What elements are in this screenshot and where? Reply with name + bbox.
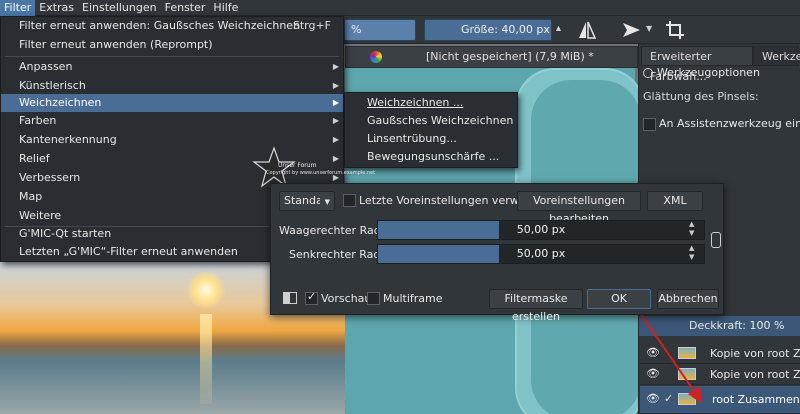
stepper-icon[interactable]: ▲ ▼ — [689, 244, 694, 262]
stepper-icon[interactable]: ▲ ▼ — [689, 220, 694, 238]
menu-item-label: Relief — [19, 152, 50, 165]
chevron-down-icon: ▼ — [324, 198, 330, 206]
sun — [186, 270, 226, 310]
filter-mask-button[interactable]: Filtermaske erstellen — [489, 289, 583, 323]
menu-item-reapply-reprompt[interactable]: Filter erneut anwenden (Reprompt) — [1, 36, 343, 54]
chevron-right-icon: ▶ — [332, 116, 339, 125]
tool-options-title: Werkzeugoptionen — [657, 66, 760, 79]
layer-name: Kopie von root Zus... — [710, 368, 800, 381]
preset-value: Standard — [284, 194, 320, 207]
opacity-field[interactable]: % — [344, 19, 416, 41]
brush-size-field[interactable]: Größe: 40,00 px — [424, 19, 552, 41]
menu-item-label: Map — [19, 190, 43, 203]
crop-icon[interactable] — [664, 19, 686, 41]
menu-item-adjust[interactable]: Anpassen ▶ — [1, 58, 343, 76]
snap-label: An Assistenzwerkzeug einrasten — [659, 117, 800, 130]
preview-checkbox[interactable]: ✓ — [305, 290, 318, 305]
preset-dropdown[interactable]: Standard ▼ — [279, 191, 335, 211]
layer-name: Kopie von root Zus... — [710, 347, 800, 360]
h-radius-value: 50,00 px — [516, 223, 566, 236]
menu-item-label: Weichzeichnen — [19, 96, 102, 109]
watermark-line-1: Unser Forum — [278, 162, 317, 169]
send-icon[interactable] — [620, 19, 642, 41]
menu-item-label: Farben — [19, 114, 57, 127]
menu-item-label: Filter erneut anwenden (Reprompt) — [19, 38, 213, 51]
edit-presets-button[interactable]: Voreinstellungen bearbeiten — [517, 191, 641, 225]
menu-filter[interactable]: Filter — [0, 0, 36, 16]
v-radius-slider[interactable]: 50,00 px — [377, 244, 705, 264]
menu-item-label: G'MIC-Qt starten — [19, 227, 112, 240]
chevron-down-icon[interactable]: ▼ — [646, 24, 652, 33]
tab-tool-options[interactable]: Werkzeu — [753, 46, 800, 66]
submenu-item-blur[interactable]: Weichzeichnen ... — [345, 94, 517, 112]
tab-advanced-color[interactable]: Erweiterter Farbwäh... — [641, 46, 753, 83]
chevron-right-icon: ▶ — [332, 98, 339, 107]
chevron-right-icon: ▶ — [332, 81, 339, 90]
submenu-item-gaussian-blur[interactable]: Gaußsches Weichzeichnen ... — [345, 112, 517, 145]
menu-help[interactable]: Hilfe — [209, 0, 242, 16]
menu-item-label: Bewegungsunschärfe ... — [367, 150, 500, 163]
xml-button[interactable]: XML — [647, 191, 703, 211]
smoothing-label: Glättung des Pinsels: — [643, 90, 759, 103]
menu-window[interactable]: Fenster — [161, 0, 210, 16]
menu-item-label: Letzten „G'MIC“-Filter erneut anwenden — [19, 245, 238, 258]
mirror-icon[interactable] — [576, 19, 598, 41]
menu-item-label: Verbessern — [19, 171, 81, 184]
opacity-value: % — [351, 23, 362, 36]
multiframe-checkbox[interactable] — [367, 292, 380, 305]
multiframe-label: Multiframe — [383, 292, 443, 305]
menu-settings[interactable]: Einstellungen — [78, 0, 161, 16]
v-radius-value: 50,00 px — [516, 247, 566, 260]
menu-item-blur[interactable]: Weichzeichnen ▶ — [1, 94, 343, 112]
menu-separator — [5, 56, 339, 57]
gear-icon[interactable] — [643, 68, 653, 78]
layer-name: root Zusammengef... — [712, 393, 800, 406]
menu-item-label: Weichzeichnen ... — [367, 96, 464, 109]
watermark-line-2: Copyright by www.unserforum.example.net — [266, 170, 376, 176]
menu-item-label: Kantenerkennung — [19, 133, 117, 146]
menu-item-label: Weitere — [19, 209, 62, 222]
stepper-icon[interactable]: ▴ — [556, 23, 566, 37]
ok-button[interactable]: OK — [587, 289, 651, 309]
menu-item-artistic[interactable]: Künstlerisch ▶ — [1, 77, 343, 95]
menu-item-label: Künstlerisch — [19, 79, 86, 92]
menubar: Filter Extras Einstellungen Fenster Hilf… — [0, 0, 800, 16]
menu-item-label: Anpassen — [19, 60, 73, 73]
menu-item-label: Filter erneut anwenden: Gaußsches Weichz… — [19, 19, 301, 32]
h-radius-slider[interactable]: 50,00 px — [377, 220, 705, 240]
shortcut-label: Strg+F — [292, 19, 331, 32]
snap-checkbox[interactable] — [643, 118, 656, 131]
document-tab[interactable]: [Nicht gespeichert] (7,9 MiB) * — [345, 46, 638, 68]
color-wheel-icon — [370, 51, 382, 63]
preview-toggle-icon[interactable] — [283, 292, 297, 304]
sun-reflection — [200, 314, 212, 404]
preview-label: Vorschau — [321, 292, 372, 305]
menu-item-colors[interactable]: Farben ▶ — [1, 112, 343, 130]
last-settings-checkbox[interactable] — [343, 194, 356, 207]
document-title: [Nicht gespeichert] (7,9 MiB) * — [426, 50, 594, 63]
gaussian-blur-dialog: Standard▼ Letzte Voreinstellungen verwen… — [270, 183, 724, 323]
menu-item-reapply-filter[interactable]: Filter erneut anwenden: Gaußsches Weichz… — [1, 17, 343, 35]
menu-extras[interactable]: Extras — [35, 0, 78, 16]
chain-link-icon[interactable] — [711, 232, 721, 248]
chevron-right-icon: ▶ — [332, 62, 339, 71]
cancel-button[interactable]: Abbrechen — [657, 289, 719, 309]
menu-item-label: Linsentrübung... — [367, 132, 457, 145]
brush-size-value: Größe: 40,00 px — [461, 23, 550, 36]
